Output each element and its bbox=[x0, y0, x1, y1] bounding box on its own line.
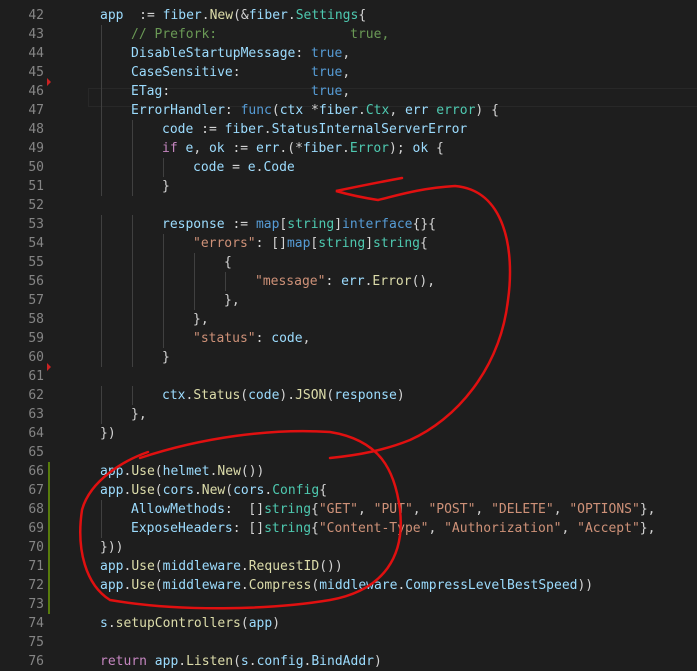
code-editor[interactable]: 42 app := fiber.New(&fiber.Settings{43// … bbox=[0, 0, 697, 669]
red-annotation-drawing bbox=[79, 176, 512, 610]
annotation-circle bbox=[79, 429, 402, 610]
annotation-arrow-loop bbox=[328, 176, 512, 460]
